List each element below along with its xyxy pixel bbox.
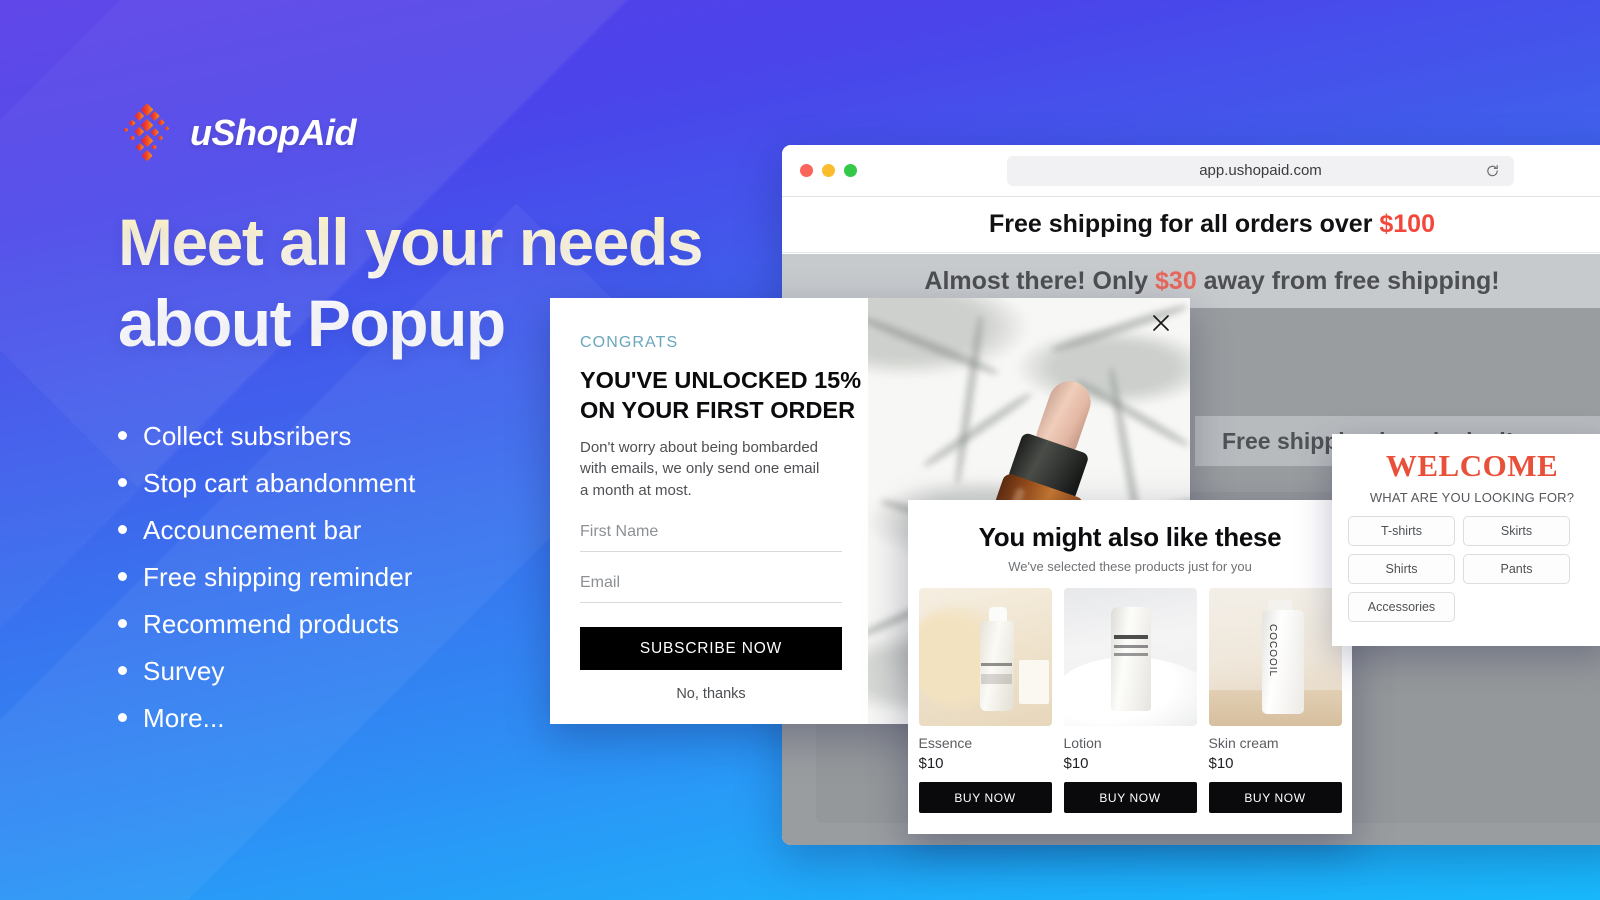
close-icon[interactable] (1150, 312, 1172, 334)
announcement-text-before: Free shipping for all orders over (989, 210, 1380, 238)
product-image-skin-cream: COCOOIL (1208, 588, 1342, 726)
serum-bottle (979, 621, 1014, 712)
bullet-dot-icon (118, 572, 127, 582)
subscribe-title-line-2: ON YOUR FIRST ORDER (580, 397, 856, 424)
survey-question: WHAT ARE YOU LOOKING FOR? (1369, 490, 1575, 505)
buy-now-button[interactable]: BUY NOW (1208, 782, 1342, 813)
announcement-amount: $100 (1379, 210, 1435, 238)
subscribe-button[interactable]: SUBSCRIBE NOW (580, 627, 842, 671)
product-price: $10 (1063, 755, 1089, 772)
bullet-dot-icon (118, 713, 127, 723)
tube-label-line (1114, 652, 1149, 656)
product-image-essence (918, 588, 1052, 726)
tube-label-line (1114, 634, 1149, 639)
bottle-label (981, 662, 1012, 666)
bullet-dot-icon (118, 619, 127, 629)
list-item-label: More... (143, 703, 225, 734)
minimize-window-icon[interactable] (822, 164, 835, 177)
list-item-label: Survey (143, 656, 225, 687)
product-name: Skin cream (1208, 735, 1279, 751)
first-name-input[interactable]: First Name (580, 523, 842, 553)
product-card[interactable]: Lotion $10 BUY NOW (1063, 588, 1197, 813)
announcement-bar-text: Free shipping for all orders over $100 (989, 210, 1435, 239)
window-controls[interactable] (800, 164, 857, 177)
url-text: app.ushopaid.com (1199, 162, 1322, 179)
survey-option-tshirts[interactable]: T-shirts (1348, 516, 1455, 546)
announcement-amount: $30 (1155, 266, 1197, 295)
bullet-dot-icon (118, 478, 127, 488)
lotion-tube (1111, 607, 1152, 712)
announcement-bar-text: Almost there! Only $30 away from free sh… (924, 267, 1499, 296)
reload-icon[interactable] (1485, 163, 1500, 178)
announcement-bar-free-shipping[interactable]: Free shipping for all orders over $100 (782, 197, 1600, 253)
survey-option-skirts[interactable]: Skirts (1463, 516, 1570, 546)
announcement-text-before: Almost there! Only (924, 266, 1156, 295)
product-card[interactable]: COCOOIL Skin cream $10 BUY NOW (1208, 588, 1342, 813)
survey-option-shirts[interactable]: Shirts (1348, 554, 1455, 584)
maximize-window-icon[interactable] (844, 164, 857, 177)
list-item-label: Accouncement bar (143, 515, 362, 546)
prop-block (1018, 659, 1049, 704)
tube-label-line (1114, 644, 1149, 648)
email-input[interactable]: Email (580, 574, 842, 604)
welcome-survey-popup: WELCOME WHAT ARE YOU LOOKING FOR? T-shir… (1332, 434, 1600, 646)
decline-link[interactable]: No, thanks (580, 686, 842, 702)
product-price: $10 (1208, 755, 1234, 772)
bullet-dot-icon (118, 666, 127, 676)
survey-options: T-shirts Skirts Shirts Pants Accessories (1348, 516, 1596, 622)
browser-chrome: app.ushopaid.com (782, 145, 1600, 197)
announcement-text-after: away from free shipping! (1196, 266, 1500, 295)
list-item-label: Stop cart abandonment (143, 468, 416, 499)
close-window-icon[interactable] (800, 164, 813, 177)
product-name: Essence (918, 735, 973, 751)
product-grid: Essence $10 BUY NOW Lotion $10 BUY NOW C… (918, 588, 1342, 813)
list-item-label: Free shipping reminder (143, 562, 413, 593)
diamond-grid-logo-icon (118, 103, 176, 162)
bullet-dot-icon (118, 525, 127, 535)
list-item-label: Recommend products (143, 609, 400, 640)
product-price: $10 (918, 755, 944, 772)
buy-now-button[interactable]: BUY NOW (918, 782, 1052, 813)
recommend-title: You might also like these (978, 522, 1282, 552)
product-image-lotion (1063, 588, 1197, 726)
buy-now-button[interactable]: BUY NOW (1063, 782, 1197, 813)
bullet-dot-icon (118, 431, 127, 441)
subscribe-title: YOU'VE UNLOCKED 15% OFF ON YOUR FIRST OR… (580, 365, 915, 425)
promo-banner: uShopAid Meet all your needs about Popup… (0, 0, 1600, 900)
subscribe-popup-form: CONGRATS YOU'VE UNLOCKED 15% OFF ON YOUR… (550, 298, 915, 724)
brand-lockup: uShopAid (118, 96, 758, 170)
headline-line-1: Meet all your needs (118, 205, 704, 279)
recommend-subtitle: We've selected these products just for y… (1008, 559, 1252, 574)
brand-name: uShopAid (190, 112, 356, 153)
subscribe-body-text: Don't worry about being bombarded with e… (580, 439, 820, 499)
product-card[interactable]: Essence $10 BUY NOW (918, 588, 1052, 813)
subscribe-title-line-1: YOU'VE UNLOCKED 15% OFF (580, 367, 915, 393)
bottle-brand-text: COCOOIL (1267, 623, 1279, 677)
survey-option-accessories[interactable]: Accessories (1348, 592, 1455, 622)
bottle-label-block (981, 673, 1012, 684)
recommend-popup: You might also like these We've selected… (908, 500, 1352, 834)
list-item-label: Collect subsribers (143, 421, 352, 452)
welcome-title: WELCOME (1385, 448, 1559, 483)
product-name: Lotion (1063, 735, 1102, 751)
subscribe-eyebrow: CONGRATS (580, 334, 679, 351)
survey-option-pants[interactable]: Pants (1463, 554, 1570, 584)
address-bar[interactable]: app.ushopaid.com (1007, 155, 1514, 186)
